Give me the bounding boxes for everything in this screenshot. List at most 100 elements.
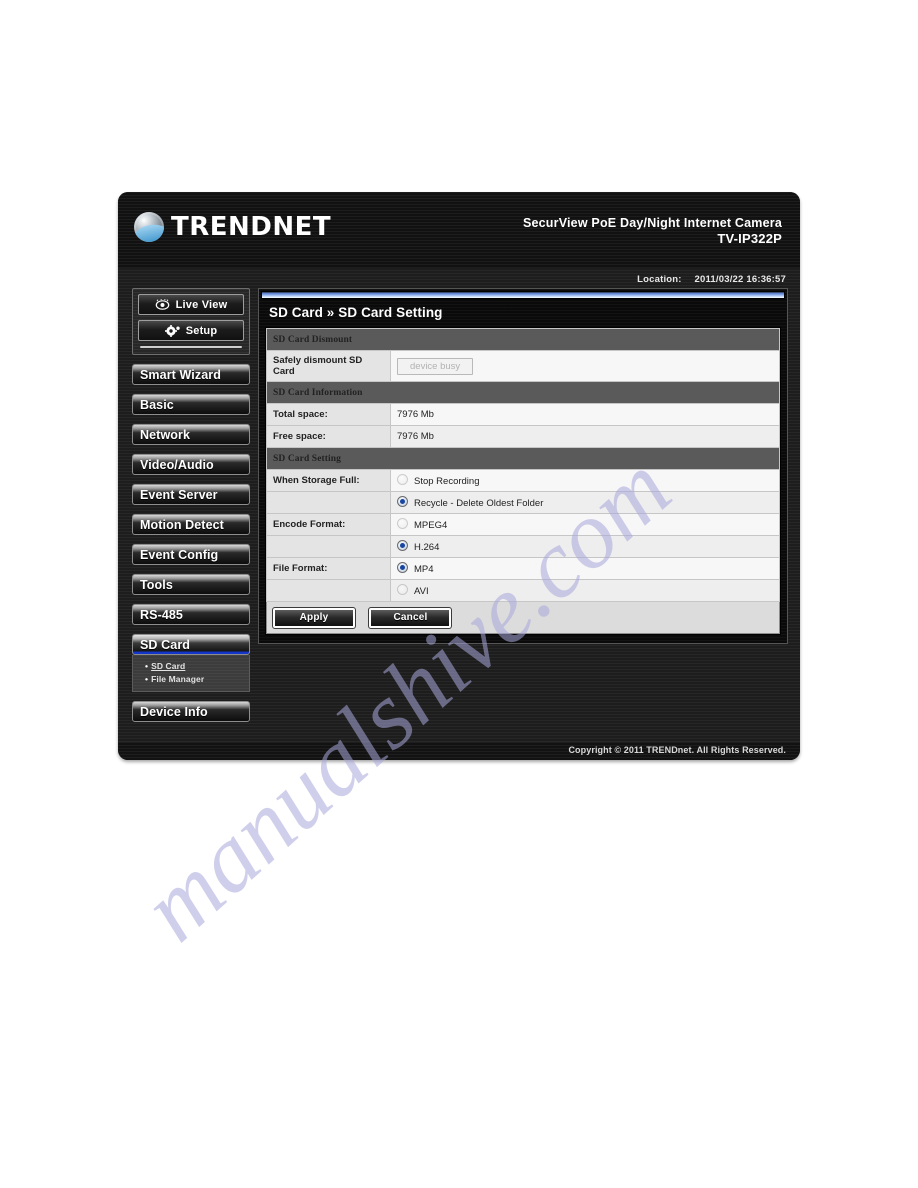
panel-accent-bar bbox=[261, 291, 785, 299]
table-row: Encode Format: MPEG4 bbox=[266, 513, 780, 536]
sidebar-item-label: Network bbox=[140, 427, 191, 442]
section-heading-information: SD Card Information bbox=[266, 381, 780, 404]
sidebar-item-label: Video/Audio bbox=[140, 457, 214, 472]
radio-recycle-delete-oldest-folder[interactable] bbox=[397, 496, 408, 507]
table-row: H.264 bbox=[266, 535, 780, 558]
sidebar-submenu: • SD Card • File Manager bbox=[132, 655, 250, 692]
sidebar-item-label: SD Card bbox=[140, 637, 191, 652]
apply-button[interactable]: Apply bbox=[272, 607, 356, 629]
form-action-bar: Apply Cancel bbox=[266, 602, 780, 634]
sidebar-item-label: Basic bbox=[140, 397, 174, 412]
sidebar-item-event-server[interactable]: Event Server bbox=[132, 484, 250, 505]
option-label: MP4 bbox=[414, 564, 434, 575]
sidebar-item-event-config[interactable]: Event Config bbox=[132, 544, 250, 565]
option-row[interactable]: Recycle - Delete Oldest Folder bbox=[390, 491, 780, 514]
dismount-row-label: Safely dismount SD Card bbox=[266, 350, 391, 382]
radio-stop-recording[interactable] bbox=[397, 474, 408, 485]
option-row[interactable]: MP4 bbox=[390, 557, 780, 580]
bullet-icon: • bbox=[145, 661, 149, 671]
spacer-label bbox=[266, 579, 391, 602]
sidebar-item-rs485[interactable]: RS-485 bbox=[132, 604, 250, 625]
option-label: Recycle - Delete Oldest Folder bbox=[414, 498, 544, 509]
table-row: Recycle - Delete Oldest Folder bbox=[266, 491, 780, 514]
model-label: TV-IP322P bbox=[717, 231, 782, 246]
sd-card-settings-table: SD Card Dismount Safely dismount SD Card… bbox=[266, 328, 780, 602]
option-row[interactable]: H.264 bbox=[390, 535, 780, 558]
encode-format-label: Encode Format: bbox=[266, 513, 391, 536]
option-row[interactable]: MPEG4 bbox=[390, 513, 780, 536]
option-row[interactable]: Stop Recording bbox=[390, 469, 780, 492]
table-row: When Storage Full: Stop Recording bbox=[266, 469, 780, 492]
sidebar-subitem-file-manager[interactable]: • File Manager bbox=[145, 673, 249, 686]
option-label: AVI bbox=[414, 586, 429, 597]
sidebar-item-setup[interactable]: Setup bbox=[138, 320, 244, 341]
total-space-value: 7976 Mb bbox=[390, 403, 780, 426]
spacer-label bbox=[266, 491, 391, 514]
sidebar-item-label: Tools bbox=[140, 577, 173, 592]
table-row: File Format: MP4 bbox=[266, 557, 780, 580]
copyright-text: Copyright © 2011 TRENDnet. All Rights Re… bbox=[568, 745, 786, 755]
sidebar-item-label: Event Server bbox=[140, 487, 218, 502]
table-row: Safely dismount SD Card device busy bbox=[266, 350, 780, 382]
sidebar-item-tools[interactable]: Tools bbox=[132, 574, 250, 595]
sidebar-item-smart-wizard[interactable]: Smart Wizard bbox=[132, 364, 250, 385]
bullet-icon: • bbox=[145, 674, 149, 684]
sidebar-subitem-sd-card[interactable]: • SD Card bbox=[145, 660, 249, 673]
device-busy-button[interactable]: device busy bbox=[397, 357, 474, 375]
radio-mp4[interactable] bbox=[397, 562, 408, 573]
sidebar-subitem-label: SD Card bbox=[151, 661, 186, 671]
cancel-button[interactable]: Cancel bbox=[368, 607, 453, 629]
free-space-value: 7976 Mb bbox=[390, 425, 780, 448]
table-section-row: SD Card Information bbox=[266, 381, 780, 404]
sidebar-item-label: RS-485 bbox=[140, 607, 183, 622]
table-row: AVI bbox=[266, 579, 780, 602]
trendnet-globe-icon bbox=[134, 212, 164, 242]
free-space-label: Free space: bbox=[266, 425, 391, 448]
sidebar-item-sd-card[interactable]: SD Card bbox=[132, 634, 250, 655]
gear-icon bbox=[164, 324, 180, 337]
file-format-label: File Format: bbox=[266, 557, 391, 580]
table-section-row: SD Card Dismount bbox=[266, 328, 780, 351]
eye-icon bbox=[155, 298, 170, 310]
location-timestamp: 2011/03/22 16:36:57 bbox=[694, 274, 786, 285]
option-row[interactable]: AVI bbox=[390, 579, 780, 602]
table-section-row: SD Card Setting bbox=[266, 447, 780, 470]
dismount-row-value: device busy bbox=[390, 350, 780, 382]
spacer-label bbox=[266, 535, 391, 558]
brand-logo: TRENDNET bbox=[134, 212, 331, 242]
sidebar-item-motion-detect[interactable]: Motion Detect bbox=[132, 514, 250, 535]
radio-mpeg4[interactable] bbox=[397, 518, 408, 529]
location-bar: Location: 2011/03/22 16:36:57 bbox=[637, 274, 786, 285]
product-identity: SecurView PoE Day/Night Internet Camera … bbox=[523, 216, 782, 246]
camera-web-ui-frame: TRENDNET SecurView PoE Day/Night Interne… bbox=[118, 192, 800, 760]
sidebar-item-network[interactable]: Network bbox=[132, 424, 250, 445]
sidebar-item-basic[interactable]: Basic bbox=[132, 394, 250, 415]
sidebar-item-label: Setup bbox=[185, 324, 218, 337]
sidebar-item-video-audio[interactable]: Video/Audio bbox=[132, 454, 250, 475]
page-header: TRENDNET SecurView PoE Day/Night Interne… bbox=[118, 192, 800, 268]
main-content-panel: SD Card » SD Card Setting SD Card Dismou… bbox=[258, 288, 788, 644]
table-row: Free space: 7976 Mb bbox=[266, 425, 780, 448]
section-heading-setting: SD Card Setting bbox=[266, 447, 780, 470]
section-heading-dismount: SD Card Dismount bbox=[266, 328, 780, 351]
product-line-label: SecurView PoE Day/Night Internet Camera bbox=[522, 216, 782, 230]
location-label: Location: bbox=[637, 274, 682, 285]
view-mode-box: Live View Setup bbox=[132, 288, 250, 355]
option-label: Stop Recording bbox=[414, 476, 480, 487]
page-footer: Copyright © 2011 TRENDnet. All Rights Re… bbox=[118, 742, 800, 760]
sidebar-nav: Live View Setup Smart Wizard Basic Netwo… bbox=[132, 288, 250, 722]
total-space-label: Total space: bbox=[266, 403, 391, 426]
radio-avi[interactable] bbox=[397, 584, 408, 595]
table-row: Total space: 7976 Mb bbox=[266, 403, 780, 426]
sidebar-item-device-info[interactable]: Device Info bbox=[132, 701, 250, 722]
brand-name: TRENDNET bbox=[171, 212, 332, 242]
sidebar-item-label: Smart Wizard bbox=[140, 367, 221, 382]
sidebar-subitem-label: File Manager bbox=[151, 674, 205, 684]
sidebar-divider bbox=[140, 346, 242, 348]
settings-table-wrapper: SD Card Dismount Safely dismount SD Card… bbox=[265, 327, 781, 635]
radio-h264[interactable] bbox=[397, 540, 408, 551]
sidebar-item-label: Motion Detect bbox=[140, 517, 224, 532]
sidebar-item-live-view[interactable]: Live View bbox=[138, 294, 244, 315]
page-title: SD Card » SD Card Setting bbox=[269, 305, 443, 320]
sidebar-item-label: Live View bbox=[175, 298, 228, 311]
